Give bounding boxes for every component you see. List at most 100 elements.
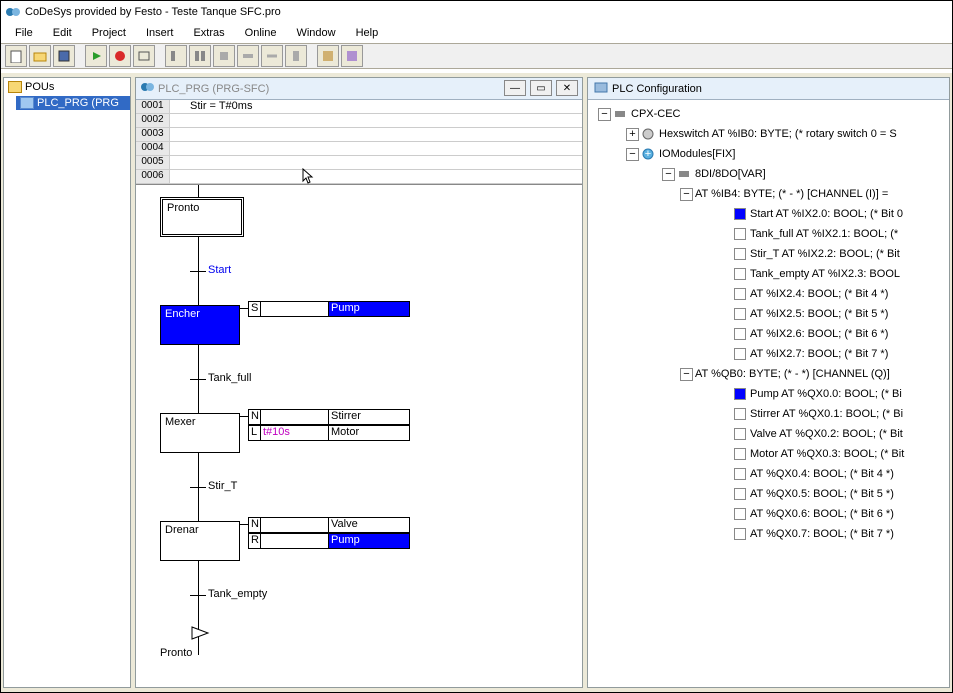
- io-checkbox[interactable]: [734, 388, 746, 400]
- io-ix27[interactable]: AT %IX2.7: BOOL; (* Bit 7 *): [750, 348, 888, 360]
- sfc-action-encher[interactable]: SPump: [248, 301, 410, 317]
- node-dio[interactable]: 8DI/8DO[VAR]: [695, 168, 766, 180]
- io-qx06[interactable]: AT %QX0.6: BOOL; (* Bit 6 *): [750, 508, 894, 520]
- io-checkbox[interactable]: [734, 468, 746, 480]
- io-checkbox[interactable]: [734, 208, 746, 220]
- tb-login-button[interactable]: [133, 45, 155, 67]
- io-checkbox[interactable]: [734, 288, 746, 300]
- io-checkbox[interactable]: [734, 528, 746, 540]
- io-pump[interactable]: Pump AT %QX0.0: BOOL; (* Bi: [750, 388, 902, 400]
- io-qx04[interactable]: AT %QX0.4: BOOL; (* Bit 4 *): [750, 468, 894, 480]
- menu-extras[interactable]: Extras: [183, 25, 234, 41]
- io-motor[interactable]: Motor AT %QX0.3: BOOL; (* Bit: [750, 448, 904, 460]
- io-qx05[interactable]: AT %QX0.5: BOOL; (* Bit 5 *): [750, 488, 894, 500]
- menu-insert[interactable]: Insert: [136, 25, 184, 41]
- expander-minus-icon[interactable]: −: [680, 368, 693, 381]
- io-checkbox[interactable]: [734, 228, 746, 240]
- menu-edit[interactable]: Edit: [43, 25, 82, 41]
- sfc-action-mexer1[interactable]: NStirrer: [248, 409, 410, 425]
- tb-step4-button[interactable]: [237, 45, 259, 67]
- io-checkbox[interactable]: [734, 508, 746, 520]
- node-cpx[interactable]: CPX-CEC: [631, 108, 681, 120]
- io-qx07[interactable]: AT %QX0.7: BOOL; (* Bit 7 *): [750, 528, 894, 540]
- sfc-step-encher[interactable]: Encher: [160, 305, 240, 345]
- sfc-trans-tankfull[interactable]: Tank_full: [208, 372, 251, 384]
- editor-tab-header: PLC_PRG (PRG-SFC) — ▭ ✕: [136, 78, 582, 100]
- menu-window[interactable]: Window: [286, 25, 345, 41]
- pou-folder-label: POUs: [25, 81, 54, 93]
- tb-stop-button[interactable]: [109, 45, 131, 67]
- menu-project[interactable]: Project: [82, 25, 136, 41]
- var-declaration-table[interactable]: 0001Stir = T#0ms 0002 0003 0004 0005 000…: [136, 100, 582, 185]
- plc-config-title: PLC Configuration: [612, 83, 702, 95]
- expander-minus-icon[interactable]: −: [598, 108, 611, 121]
- sfc-action-mexer2[interactable]: Lt#10sMotor: [248, 425, 410, 441]
- pou-item-plcprg[interactable]: PLC_PRG (PRG: [16, 96, 130, 110]
- io-checkbox[interactable]: [734, 448, 746, 460]
- tb-save-button[interactable]: [53, 45, 75, 67]
- expander-minus-icon[interactable]: −: [680, 188, 693, 201]
- menu-help[interactable]: Help: [346, 25, 389, 41]
- editor-maximize-button[interactable]: ▭: [530, 80, 552, 96]
- editor-tab-title: PLC_PRG (PRG-SFC): [158, 83, 269, 95]
- tb-step6-button[interactable]: [285, 45, 307, 67]
- pou-item-label: PLC_PRG (PRG: [37, 97, 119, 109]
- io-checkbox[interactable]: [734, 408, 746, 420]
- sfc-trans-start[interactable]: Start: [208, 264, 231, 276]
- node-hexswitch[interactable]: Hexswitch AT %IB0: BYTE; (* rotary switc…: [659, 128, 897, 140]
- io-ix26[interactable]: AT %IX2.6: BOOL; (* Bit 6 *): [750, 328, 888, 340]
- tb-open-button[interactable]: [29, 45, 51, 67]
- titlebar: CoDeSys provided by Festo - Teste Tanque…: [1, 1, 952, 23]
- app-logo-icon: [5, 4, 21, 20]
- tb-step2-button[interactable]: [189, 45, 211, 67]
- io-checkbox[interactable]: [734, 428, 746, 440]
- node-channel-q[interactable]: AT %QB0: BYTE; (* - *) [CHANNEL (Q)]: [695, 368, 890, 380]
- sfc-step-mexer[interactable]: Mexer: [160, 413, 240, 453]
- tb-new-button[interactable]: [5, 45, 27, 67]
- io-checkbox[interactable]: [734, 268, 746, 280]
- io-stirt[interactable]: Stir_T AT %IX2.2: BOOL; (* Bit: [750, 248, 900, 260]
- expander-minus-icon[interactable]: −: [662, 168, 675, 181]
- node-iomodules[interactable]: IOModules[FIX]: [659, 148, 735, 160]
- io-checkbox[interactable]: [734, 248, 746, 260]
- io-stirrer[interactable]: Stirrer AT %QX0.1: BOOL; (* Bi: [750, 408, 903, 420]
- plc-config-pane: PLC Configuration − CPX-CEC + Hexswitch AT…: [587, 77, 950, 688]
- tb-misc1-button[interactable]: [317, 45, 339, 67]
- sfc-trans-tankempty[interactable]: Tank_empty: [208, 588, 267, 600]
- tb-run-button[interactable]: [85, 45, 107, 67]
- sfc-action-drenar1[interactable]: NValve: [248, 517, 410, 533]
- io-valve[interactable]: Valve AT %QX0.2: BOOL; (* Bit: [750, 428, 903, 440]
- cpu-icon: [613, 107, 627, 121]
- tb-step1-button[interactable]: [165, 45, 187, 67]
- sfc-canvas[interactable]: Pronto Start Encher SPump Tank_full Mexe…: [136, 185, 582, 685]
- editor-close-button[interactable]: ✕: [556, 80, 578, 96]
- jump-arrow-icon: [190, 625, 210, 641]
- io-tankempty[interactable]: Tank_empty AT %IX2.3: BOOL: [750, 268, 900, 280]
- io-checkbox[interactable]: [734, 488, 746, 500]
- io-ix24[interactable]: AT %IX2.4: BOOL; (* Bit 4 *): [750, 288, 888, 300]
- menubar: File Edit Project Insert Extras Online W…: [1, 23, 952, 43]
- io-checkbox[interactable]: [734, 308, 746, 320]
- io-start[interactable]: Start AT %IX2.0: BOOL; (* Bit 0: [750, 208, 903, 220]
- io-tankfull[interactable]: Tank_full AT %IX2.1: BOOL; (*: [750, 228, 898, 240]
- menu-file[interactable]: File: [5, 25, 43, 41]
- toolbar: [1, 43, 952, 69]
- io-checkbox[interactable]: [734, 348, 746, 360]
- menu-online[interactable]: Online: [235, 25, 287, 41]
- sfc-trans-stirt[interactable]: Stir_T: [208, 480, 237, 492]
- expander-minus-icon[interactable]: −: [626, 148, 639, 161]
- io-ix25[interactable]: AT %IX2.5: BOOL; (* Bit 5 *): [750, 308, 888, 320]
- tb-step5-button[interactable]: [261, 45, 283, 67]
- editor-minimize-button[interactable]: —: [504, 80, 526, 96]
- io-checkbox[interactable]: [734, 328, 746, 340]
- pou-folder[interactable]: POUs: [4, 78, 130, 96]
- sfc-step-drenar[interactable]: Drenar: [160, 521, 240, 561]
- plc-config-icon: [594, 80, 608, 97]
- tb-misc2-button[interactable]: [341, 45, 363, 67]
- node-channel-i[interactable]: AT %IB4: BYTE; (* - *) [CHANNEL (I)] =: [695, 188, 888, 200]
- tb-step3-button[interactable]: [213, 45, 235, 67]
- expander-plus-icon[interactable]: +: [626, 128, 639, 141]
- sfc-action-drenar2[interactable]: RPump: [248, 533, 410, 549]
- sfc-jump-label[interactable]: Pronto: [160, 647, 192, 659]
- sfc-step-pronto[interactable]: Pronto: [160, 197, 244, 237]
